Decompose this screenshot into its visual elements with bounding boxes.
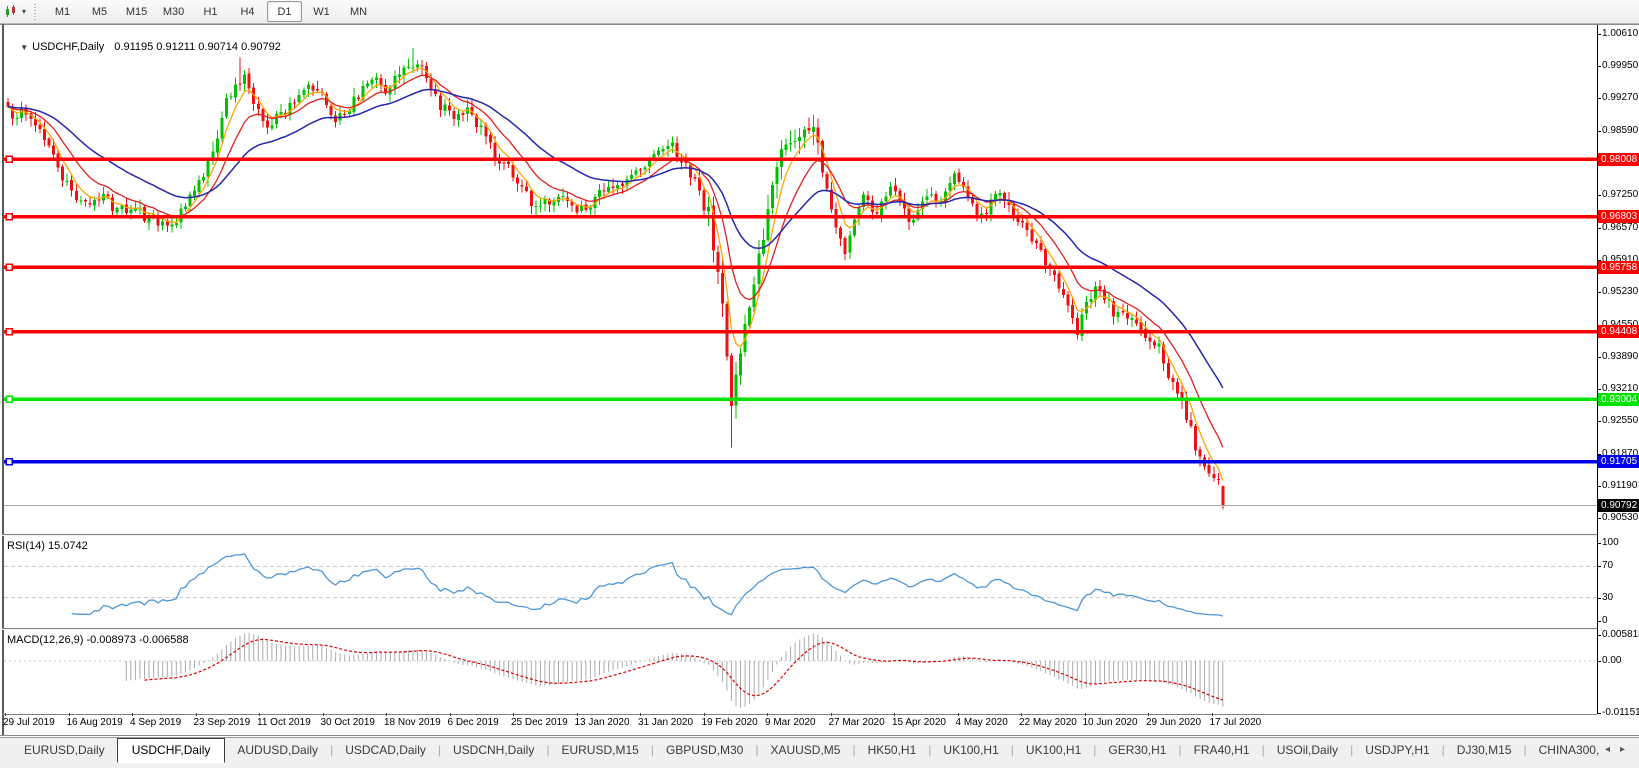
date-tick-mark [259, 713, 260, 716]
timeframe-button-d1[interactable]: D1 [267, 1, 302, 22]
date-tick-mark [69, 713, 70, 716]
timeframe-button-w1[interactable]: W1 [304, 1, 339, 22]
date-tick-mark [1148, 713, 1149, 716]
tab-scroll-arrows: ◂ ▸ [1605, 744, 1625, 755]
date-axis-label: 22 May 2020 [1019, 717, 1077, 728]
tab-gbpusd-m30[interactable]: GBPUSD,M30 [654, 739, 755, 760]
tab-fra40-h1[interactable]: FRA40,H1 [1182, 739, 1262, 760]
date-tick-mark [767, 713, 768, 716]
chart-tabs: EURUSD,DailyUSDCHF,DailyAUDUSD,Daily|USD… [12, 738, 1599, 763]
date-tick-mark [323, 713, 324, 716]
date-axis-label: 27 Mar 2020 [829, 717, 885, 728]
tab-eurusd-m15[interactable]: EURUSD,M15 [549, 739, 650, 760]
tab-usdjpy-h1[interactable]: USDJPY,H1 [1353, 739, 1441, 760]
tab-china300-h4[interactable]: CHINA300,H4 [1527, 739, 1599, 760]
tab-audusd-daily[interactable]: AUDUSD,Daily [225, 739, 330, 760]
date-tick-mark [640, 713, 641, 716]
tab-uk100-h1[interactable]: UK100,H1 [1014, 739, 1093, 760]
tab-uk100-h1[interactable]: UK100,H1 [931, 739, 1010, 760]
date-axis-label: 29 Jul 2019 [3, 717, 55, 728]
tab-xauusd-m5[interactable]: XAUUSD,M5 [758, 739, 852, 760]
date-tick-mark [132, 713, 133, 716]
date-axis-label: 23 Sep 2019 [194, 717, 251, 728]
chart-window: ▼USDCHF,Daily0.91195 0.91211 0.90714 0.9… [0, 24, 1639, 736]
toolbar-grip[interactable] [33, 4, 38, 20]
tab-usdchf-daily[interactable]: USDCHF,Daily [117, 738, 226, 763]
chart-tab-bar: EURUSD,DailyUSDCHF,DailyAUDUSD,Daily|USD… [0, 737, 1639, 768]
date-axis-label: 31 Jan 2020 [638, 717, 693, 728]
date-axis-label: 16 Aug 2019 [67, 717, 123, 728]
tab-usdcnh-daily[interactable]: USDCNH,Daily [441, 739, 546, 760]
tab-usoil-daily[interactable]: USOil,Daily [1265, 739, 1350, 760]
chevron-down-icon: ▾ [22, 7, 26, 16]
date-tick-mark [577, 713, 578, 716]
date-axis: 29 Jul 2019 16 Aug 2019 4 Sep 2019 23 Sep 2… [0, 24, 1639, 736]
chart-tool-dropdown[interactable]: ▾ [0, 0, 31, 23]
date-axis-label: 6 Dec 2019 [448, 717, 499, 728]
date-axis-label: 9 Mar 2020 [765, 717, 816, 728]
tab-ger30-h1[interactable]: GER30,H1 [1096, 739, 1178, 760]
date-tick-mark [1085, 713, 1086, 716]
tab-scroll-left-icon[interactable]: ◂ [1605, 744, 1610, 755]
timeframe-button-m30[interactable]: M30 [156, 1, 191, 22]
date-tick-mark [1212, 713, 1213, 716]
date-axis-label: 4 May 2020 [956, 717, 1008, 728]
tab-dj30-m15[interactable]: DJ30,M15 [1445, 739, 1524, 760]
date-tick-mark [5, 713, 6, 716]
tab-usdcad-daily[interactable]: USDCAD,Daily [333, 739, 438, 760]
tab-scroll-right-icon[interactable]: ▸ [1620, 744, 1625, 755]
date-tick-mark [386, 713, 387, 716]
date-axis-label: 19 Feb 2020 [702, 717, 758, 728]
timeframe-buttons: M1M5M15M30H1H4D1W1MN [44, 1, 377, 22]
date-tick-mark [958, 713, 959, 716]
date-tick-mark [704, 713, 705, 716]
timeframe-button-m15[interactable]: M15 [119, 1, 154, 22]
date-axis-label: 4 Sep 2019 [130, 717, 181, 728]
tab-eurusd-daily[interactable]: EURUSD,Daily [12, 739, 117, 760]
date-axis-label: 18 Nov 2019 [384, 717, 441, 728]
date-tick-mark [196, 713, 197, 716]
date-axis-label: 17 Jul 2020 [1210, 717, 1262, 728]
date-axis-label: 13 Jan 2020 [575, 717, 630, 728]
date-axis-label: 29 Jun 2020 [1146, 717, 1201, 728]
date-tick-mark [1021, 713, 1022, 716]
timeframe-button-m1[interactable]: M1 [45, 1, 80, 22]
timeframe-button-h1[interactable]: H1 [193, 1, 228, 22]
tab-hk50-h1[interactable]: HK50,H1 [856, 739, 929, 760]
date-tick-mark [894, 713, 895, 716]
date-tick-mark [450, 713, 451, 716]
timeframe-button-h4[interactable]: H4 [230, 1, 265, 22]
date-axis-label: 15 Apr 2020 [892, 717, 946, 728]
date-tick-mark [513, 713, 514, 716]
date-axis-label: 25 Dec 2019 [511, 717, 568, 728]
date-axis-label: 11 Oct 2019 [257, 717, 311, 728]
timeframe-toolbar: ▾ M1M5M15M30H1H4D1W1MN [0, 0, 1639, 24]
date-axis-label: 10 Jun 2020 [1083, 717, 1138, 728]
timeframe-button-m5[interactable]: M5 [82, 1, 117, 22]
timeframe-button-mn[interactable]: MN [341, 1, 376, 22]
date-tick-mark [831, 713, 832, 716]
date-axis-label: 30 Oct 2019 [321, 717, 375, 728]
chart-cursor-icon [4, 4, 19, 19]
